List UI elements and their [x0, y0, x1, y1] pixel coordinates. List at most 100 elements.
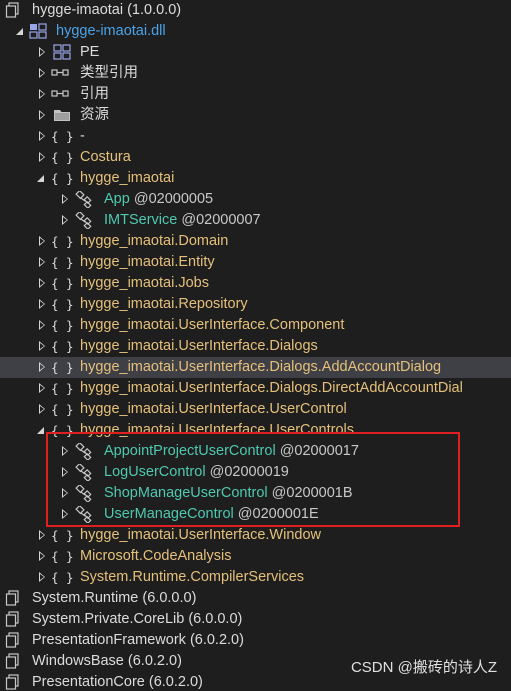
collapse-toggle-icon[interactable] — [36, 63, 48, 84]
collapse-toggle-icon[interactable] — [36, 84, 48, 105]
collapse-toggle-icon[interactable] — [36, 315, 48, 336]
resources-label: 资源 — [80, 107, 109, 123]
collapse-toggle-icon[interactable] — [59, 504, 71, 525]
collapse-toggle-icon[interactable] — [36, 399, 48, 420]
asm-windowsbase-label: WindowsBase (6.0.2.0) — [32, 653, 182, 669]
tree-row-ns-ui-window[interactable]: { } hygge_imaotai.UserInterface.Window — [0, 525, 511, 546]
tree-row-class-shop[interactable]: ShopManageUserControl @0200001B — [0, 483, 511, 504]
refs-label: 引用 — [80, 86, 109, 102]
tree-row-type-refs[interactable]: 类型引用 — [0, 63, 511, 84]
collapse-toggle-icon[interactable] — [59, 483, 71, 504]
module-icon — [28, 21, 48, 42]
tree-row-ns-ui-dialogs[interactable]: { } hygge_imaotai.UserInterface.Dialogs — [0, 336, 511, 357]
collapse-toggle-icon[interactable] — [36, 357, 48, 378]
namespace-icon: { } — [51, 255, 74, 270]
ns-sys-runtime-cs-label: System.Runtime.CompilerServices — [80, 569, 305, 585]
assembly-icon — [4, 609, 24, 630]
ns-ms-codeanalysis-label: Microsoft.CodeAnalysis — [80, 548, 232, 564]
namespace-icon: { } — [51, 570, 74, 585]
class-appoint-token: @02000017 — [279, 443, 359, 459]
tree-row-class-log[interactable]: LogUserControl @02000019 — [0, 462, 511, 483]
tree-row-ns-ui-usercontrols[interactable]: { } hygge_imaotai.UserInterface.UserCont… — [0, 420, 511, 441]
collapse-toggle-icon[interactable] — [59, 210, 71, 231]
tree-row-ns-ui-dialogs-directadd[interactable]: { } hygge_imaotai.UserInterface.Dialogs.… — [0, 378, 511, 399]
namespace-icon: { } — [51, 297, 74, 312]
tree-row-class-appoint[interactable]: AppointProjectUserControl @02000017 — [0, 441, 511, 462]
ns-repository-label: hygge_imaotai.Repository — [80, 296, 248, 312]
collapse-toggle-icon[interactable] — [36, 567, 48, 588]
collapse-toggle-icon[interactable] — [36, 273, 48, 294]
namespace-icon: { } — [51, 171, 74, 186]
tree-row-ns-domain[interactable]: { } hygge_imaotai.Domain — [0, 231, 511, 252]
ns-ui-dialogs-directadd-label: hygge_imaotai.UserInterface.Dialogs.Dire… — [80, 380, 463, 396]
ns-ui-dialogs-addaccount-label: hygge_imaotai.UserInterface.Dialogs.AddA… — [80, 359, 442, 375]
namespace-icon: { } — [51, 528, 74, 543]
asm-sys-private-label: System.Private.CoreLib (6.0.0.0) — [32, 611, 243, 627]
collapse-toggle-icon[interactable] — [36, 105, 48, 126]
namespace-icon: { } — [51, 549, 74, 564]
class-shop-token: @0200001B — [271, 485, 353, 501]
assembly-icon — [4, 588, 24, 609]
ns-jobs-label: hygge_imaotai.Jobs — [80, 275, 209, 291]
collapse-toggle-icon[interactable] — [36, 336, 48, 357]
collapse-toggle-icon[interactable] — [36, 252, 48, 273]
collapse-toggle-icon[interactable] — [36, 42, 48, 63]
expand-toggle-icon[interactable] — [35, 168, 47, 189]
namespace-icon: { } — [51, 150, 74, 165]
tree-row-ns-ui-component[interactable]: { } hygge_imaotai.UserInterface.Componen… — [0, 315, 511, 336]
collapse-toggle-icon[interactable] — [36, 294, 48, 315]
module-label: hygge-imaotai.dll — [56, 23, 166, 39]
class-app-token: @02000005 — [133, 191, 214, 207]
ns-costura-label: Costura — [80, 149, 131, 165]
collapse-toggle-icon[interactable] — [36, 546, 48, 567]
collapse-toggle-icon[interactable] — [36, 231, 48, 252]
tree-row-pe[interactable]: PE — [0, 42, 511, 63]
tree-row-class-app[interactable]: App @02000005 — [0, 189, 511, 210]
assembly-icon — [4, 0, 24, 21]
tree-row-ns-sys-runtime-cs[interactable]: { } System.Runtime.CompilerServices — [0, 567, 511, 588]
namespace-icon: { } — [51, 234, 74, 249]
collapse-toggle-icon[interactable] — [36, 126, 48, 147]
class-icon — [74, 441, 94, 462]
collapse-toggle-icon[interactable] — [59, 189, 71, 210]
tree-row-ns-ms-codeanalysis[interactable]: { } Microsoft.CodeAnalysis — [0, 546, 511, 567]
tree-row-refs[interactable]: 引用 — [0, 84, 511, 105]
namespace-icon: { } — [51, 402, 74, 417]
tree-row-ns-repository[interactable]: { } hygge_imaotai.Repository — [0, 294, 511, 315]
tree-row-ns-ui-usercontrol[interactable]: { } hygge_imaotai.UserInterface.UserCont… — [0, 399, 511, 420]
tree-row-class-imtservice[interactable]: IMTService @02000007 — [0, 210, 511, 231]
class-icon — [74, 210, 94, 231]
tree-row-assembly-root[interactable]: hygge-imaotai (1.0.0.0) — [0, 0, 511, 21]
folder-icon — [52, 105, 72, 126]
collapse-toggle-icon[interactable] — [36, 378, 48, 399]
tree-row-ns-jobs[interactable]: { } hygge_imaotai.Jobs — [0, 273, 511, 294]
assembly-root-label: hygge-imaotai (1.0.0.0) — [32, 2, 182, 18]
tree-row-asm-sys-private[interactable]: System.Private.CoreLib (6.0.0.0) — [0, 609, 511, 630]
tree-row-asm-sys-runtime[interactable]: System.Runtime (6.0.0.0) — [0, 588, 511, 609]
asm-presentation-core-label: PresentationCore (6.0.2.0) — [32, 674, 203, 690]
collapse-toggle-icon[interactable] — [36, 525, 48, 546]
tree-row-asm-presentation-fw[interactable]: PresentationFramework (6.0.2.0) — [0, 630, 511, 651]
class-user-token: @0200001E — [237, 506, 319, 522]
assembly-icon — [4, 651, 24, 672]
tree-row-ns-dash[interactable]: { } - — [0, 126, 511, 147]
tree-row-ns-costura[interactable]: { } Costura — [0, 147, 511, 168]
namespace-icon: { } — [51, 360, 74, 375]
tree-row-ns-ui-dialogs-addaccount[interactable]: { } hygge_imaotai.UserInterface.Dialogs.… — [0, 357, 511, 378]
collapse-toggle-icon[interactable] — [36, 147, 48, 168]
collapse-toggle-icon[interactable] — [59, 441, 71, 462]
tree-row-resources[interactable]: 资源 — [0, 105, 511, 126]
tree-row-ns-entity[interactable]: { } hygge_imaotai.Entity — [0, 252, 511, 273]
expand-toggle-icon[interactable] — [35, 420, 47, 441]
ns-root-label: hygge_imaotai — [80, 170, 175, 186]
ns-ui-usercontrol-label: hygge_imaotai.UserInterface.UserControl — [80, 401, 347, 417]
asm-sys-runtime-label: System.Runtime (6.0.0.0) — [32, 590, 197, 606]
tree-row-ns-root[interactable]: { } hygge_imaotai — [0, 168, 511, 189]
tree-row-class-user[interactable]: UserManageControl @0200001E — [0, 504, 511, 525]
namespace-icon: { } — [51, 129, 74, 144]
collapse-toggle-icon[interactable] — [59, 462, 71, 483]
expand-toggle-icon[interactable] — [14, 21, 26, 42]
class-imt-name: IMTService — [104, 212, 178, 228]
class-icon — [74, 483, 94, 504]
tree-row-module[interactable]: hygge-imaotai.dll — [0, 21, 511, 42]
